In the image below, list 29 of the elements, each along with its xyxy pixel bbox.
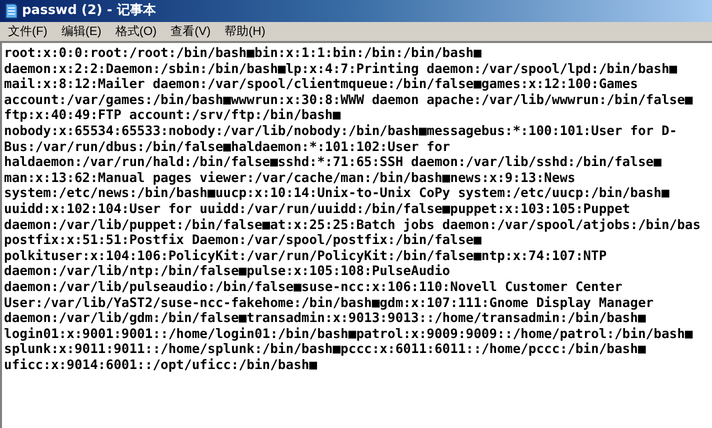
text-line: ftp:x:40:49:FTP account:/srv/ftp:/bin/bash■: [4, 108, 341, 124]
text-line: uuidd:x:102:104:User for uuidd:/var/run/uuidd:/bin/false■puppet:x:103:105:Puppet: [4, 202, 630, 218]
text-line: man:x:13:62:Manual pages viewer:/var/cache/man:/bin/bash■news:x:9:13:News: [4, 170, 576, 186]
window-title: passwd (2) - 记事本: [22, 2, 156, 20]
text-line: daemon:/var/lib/puppet:/bin/false■at:x:25:25:Batch jobs daemon:/var/spool/atjobs:/bin/bas: [4, 218, 701, 233]
text-line: User:/var/lib/YaST2/suse-ncc-fakehome:/bin/bash■gdm:x:107:111:Gnome Display Manager: [4, 296, 654, 311]
text-line: daemon:/var/lib/pulseaudio:/bin/false■suse-ncc:x:106:110:Novell Customer Center: [4, 280, 622, 296]
text-line: daemon:/var/lib/ntp:/bin/false■pulse:x:105:108:PulseAudio: [4, 264, 450, 280]
text-area[interactable]: [0, 41, 712, 428]
text-line: polkituser:x:104:106:PolicyKit:/var/run/PolicyKit:/bin/false■ntp:x:74:107:NTP: [4, 248, 607, 264]
text-line: daemon:x:2:2:Daemon:/sbin:/bin/bash■lp:x:4:7:Printing daemon:/var/spool/lpd:/bin/bash■: [4, 62, 678, 77]
text-line: mail:x:8:12:Mailer daemon:/var/spool/clientmqueue:/bin/false■games:x:12:100:Games: [4, 77, 638, 93]
text-line: Bus:/var/run/dbus:/bin/false■haldaemon:*:101:102:User for: [4, 140, 450, 155]
menu-item[interactable]: 查看(V): [164, 23, 217, 40]
text-line: system:/etc/news:/bin/bash■uucp:x:10:14:Unix-to-Unix CoPy system:/etc/uucp:/bin/bash■: [4, 186, 670, 202]
menu-item[interactable]: 编辑(E): [55, 23, 108, 40]
text-line: uficc:x:9014:6001::/opt/uficc:/bin/bash■: [4, 358, 318, 374]
menu-item[interactable]: 文件(F): [2, 23, 54, 40]
menu-item[interactable]: 格式(O): [109, 23, 163, 40]
menu-item[interactable]: 帮助(H): [218, 23, 272, 40]
text-line: nobody:x:65534:65533:nobody:/var/lib/nobody:/bin/bash■messagebus:*:100:101:User for D-: [4, 124, 678, 140]
text-line: splunk:x:9011:9011::/home/splunk:/bin/bash■pccc:x:6011:6011::/home/pccc:/bin/bash■: [4, 342, 646, 358]
notepad-icon: [4, 3, 18, 19]
text-line: root:x:0:0:root:/root:/bin/bash■bin:x:1:1:bin:/bin:/bin/bash■: [4, 46, 482, 62]
text-line: postfix:x:51:51:Postfix Daemon:/var/spool/postfix:/bin/false■: [4, 233, 482, 249]
text-line: login01:x:9001:9001::/home/login01:/bin/bash■patrol:x:9009:9009::/home/patrol:/bin/bash■: [4, 326, 693, 342]
text-line: haldaemon:/var/run/hald:/bin/false■sshd:*:71:65:SSH daemon:/var/lib/sshd:/bin/false■: [4, 155, 662, 171]
text-line: daemon:/var/lib/gdm:/bin/false■transadmin:x:9013:9013::/home/transadmin:/bin/bash■: [4, 311, 646, 327]
text-line: account:/var/games:/bin/bash■wwwrun:x:30:8:WWW daemon apache:/var/lib/wwwrun:/bin/false■: [4, 92, 693, 108]
